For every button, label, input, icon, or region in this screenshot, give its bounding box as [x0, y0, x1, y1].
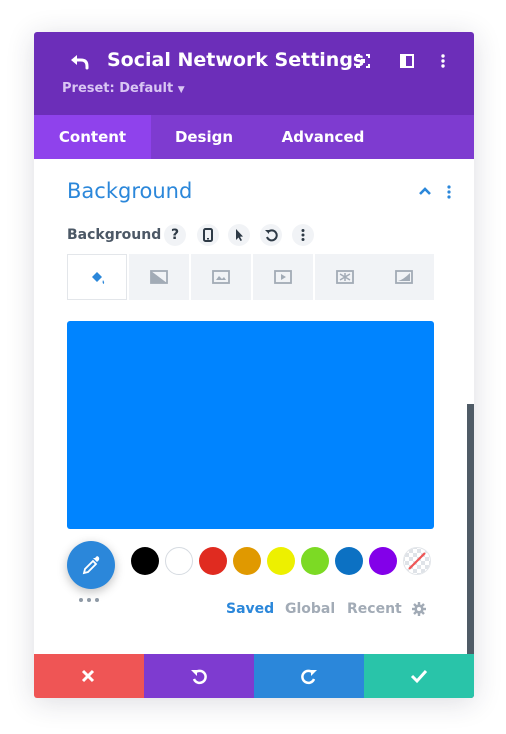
split-view-icon[interactable] — [399, 53, 415, 69]
tab-design[interactable]: Design — [151, 115, 257, 159]
bg-tab-image[interactable] — [191, 254, 251, 300]
content-area: Background Background ? Saved Global Rec… — [34, 159, 474, 698]
palette-tab-recent[interactable]: Recent — [347, 601, 402, 617]
footer-actions — [34, 654, 474, 698]
redo-icon — [301, 669, 317, 685]
preset-dropdown[interactable]: Preset: Default ▼ — [62, 81, 185, 96]
swatch-transparent[interactable] — [403, 547, 431, 575]
bg-tab-gradient[interactable] — [129, 254, 189, 300]
chevron-up-icon[interactable] — [417, 185, 433, 197]
back-arrow-icon[interactable] — [68, 50, 90, 72]
mobile-icon[interactable] — [197, 224, 219, 246]
modal-header: Social Network Settings Preset: Default … — [34, 32, 474, 115]
gear-icon[interactable] — [411, 601, 427, 617]
checkmark-icon — [410, 669, 428, 684]
color-swatch[interactable] — [301, 547, 329, 575]
gradient-icon — [150, 270, 168, 284]
color-swatch[interactable] — [131, 547, 159, 575]
background-type-tabs — [67, 254, 434, 300]
mask-icon — [395, 270, 413, 284]
palette-tab-saved[interactable]: Saved — [226, 601, 274, 617]
bg-tab-color[interactable] — [67, 254, 127, 300]
pattern-icon — [336, 270, 354, 284]
discard-button[interactable] — [34, 654, 144, 698]
section-more-icon[interactable] — [445, 184, 453, 200]
color-swatch[interactable] — [267, 547, 295, 575]
redo-button[interactable] — [254, 654, 364, 698]
modal-title: Social Network Settings — [107, 49, 365, 71]
color-swatch[interactable] — [199, 547, 227, 575]
tab-content[interactable]: Content — [34, 115, 151, 159]
tab-bar: Content Design Advanced — [34, 115, 474, 159]
caret-down-icon: ▼ — [177, 85, 185, 95]
section-title[interactable]: Background — [67, 179, 192, 203]
header-more-icon[interactable] — [435, 53, 451, 69]
color-swatch[interactable] — [165, 547, 193, 575]
color-picker-button[interactable] — [67, 541, 115, 589]
color-swatch[interactable] — [369, 547, 397, 575]
video-icon — [274, 270, 292, 284]
reset-icon[interactable] — [260, 224, 282, 246]
undo-button[interactable] — [144, 654, 254, 698]
palette-tab-global[interactable]: Global — [285, 601, 335, 617]
preset-label: Preset: Default — [62, 81, 174, 96]
color-swatch[interactable] — [335, 547, 363, 575]
more-swatches-icon[interactable] — [77, 596, 101, 604]
help-glyph: ? — [170, 227, 180, 243]
hover-cursor-icon[interactable] — [228, 224, 250, 246]
bg-tab-video[interactable] — [253, 254, 313, 300]
color-preview[interactable] — [67, 321, 434, 529]
background-field-label: Background — [67, 227, 162, 243]
eyedropper-icon — [82, 556, 100, 575]
close-icon — [81, 669, 95, 683]
fullscreen-icon[interactable] — [355, 53, 371, 69]
paint-bucket-icon — [92, 272, 105, 284]
bg-tab-pattern[interactable] — [315, 254, 375, 300]
save-button[interactable] — [364, 654, 474, 698]
help-icon[interactable]: ? — [164, 224, 186, 246]
image-icon — [212, 270, 230, 284]
bg-tab-mask[interactable] — [374, 254, 434, 300]
color-swatch[interactable] — [233, 547, 261, 575]
field-more-icon[interactable] — [292, 224, 314, 246]
settings-modal: Social Network Settings Preset: Default … — [34, 32, 474, 698]
tab-advanced[interactable]: Advanced — [257, 115, 389, 159]
undo-icon — [191, 669, 207, 685]
